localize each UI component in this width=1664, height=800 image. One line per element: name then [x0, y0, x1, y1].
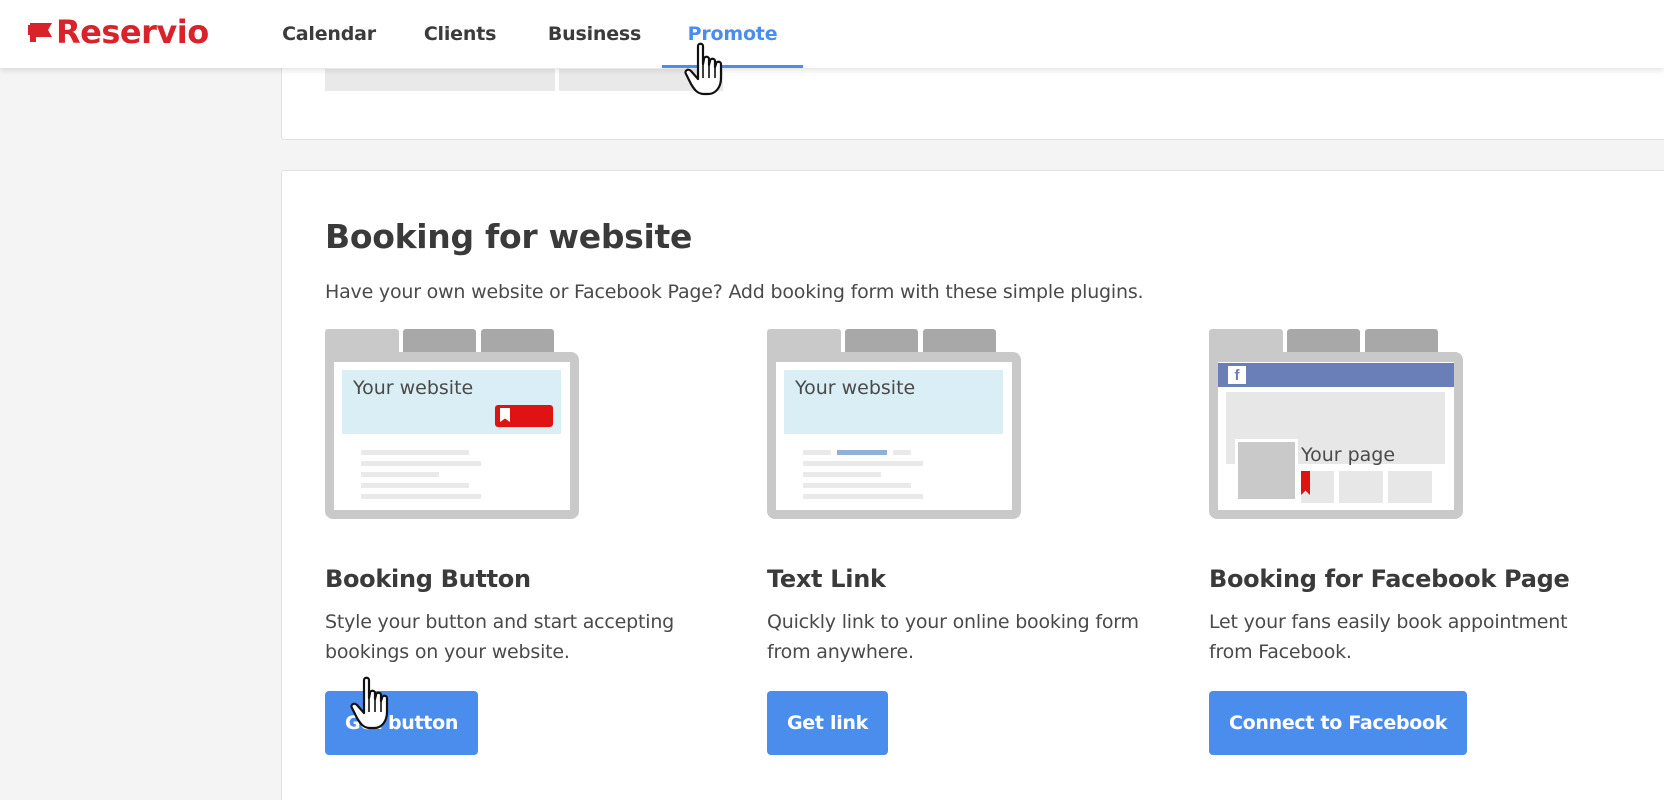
illustration-page-label: Your page — [1301, 444, 1396, 466]
plugin-facebook-page: f Your page Booking for Facebook Page Le… — [1209, 329, 1609, 755]
plugin-description: Style your button and start accepting bo… — [325, 611, 675, 663]
previous-section-tab — [325, 69, 555, 91]
highlighted-link-line — [837, 450, 887, 455]
text-line — [803, 494, 923, 499]
plugin-title: Booking for Facebook Page — [1209, 565, 1570, 593]
facebook-avatar — [1238, 442, 1295, 499]
facebook-icon: f — [1228, 366, 1246, 384]
plugin-title: Text Link — [767, 565, 886, 593]
get-button-button[interactable]: Get button — [325, 691, 479, 755]
nav-tab-business[interactable]: Business — [527, 0, 662, 68]
previous-section-tabs — [325, 69, 723, 91]
connect-to-facebook-button[interactable]: Connect to Facebook — [1209, 691, 1468, 755]
facebook-header-bar — [1218, 363, 1454, 387]
text-line — [803, 461, 923, 466]
booking-for-website-card: Booking for website Have your own websit… — [281, 170, 1664, 800]
nav-tab-clients[interactable]: Clients — [393, 0, 527, 68]
text-line — [803, 483, 911, 488]
text-line — [893, 450, 911, 455]
text-line — [361, 483, 469, 488]
facebook-page-tile — [1339, 471, 1383, 503]
booking-button-preview — [495, 405, 553, 427]
reservio-flag-icon — [28, 23, 52, 42]
logo-text: Reservio — [56, 13, 209, 51]
bookmark-flag-icon — [500, 408, 510, 422]
text-line — [361, 461, 481, 466]
text-line — [803, 450, 831, 455]
facebook-page-illustration: f Your page — [1209, 329, 1463, 519]
booking-button-illustration: Your website — [325, 329, 579, 519]
illustration-website-label: Your website — [795, 377, 916, 399]
top-navigation-bar: Reservio Calendar Clients Business Promo… — [0, 0, 1664, 68]
hand-cursor-icon — [350, 676, 389, 730]
plugin-text-link: Your website Text Link Quickly link to y… — [767, 329, 1167, 755]
section-description: Have your own website or Facebook Page? … — [325, 281, 1144, 303]
hand-cursor-icon — [684, 42, 723, 96]
text-link-illustration: Your website — [767, 329, 1021, 519]
text-line — [361, 472, 439, 477]
facebook-page-tile — [1388, 471, 1432, 503]
text-line — [361, 494, 481, 499]
plugin-description: Quickly link to your online booking form… — [767, 611, 1139, 663]
nav-tab-calendar[interactable]: Calendar — [265, 0, 393, 68]
text-line — [803, 472, 881, 477]
plugin-description: Let your fans easily book appointment fr… — [1209, 611, 1568, 663]
reservio-logo[interactable]: Reservio — [28, 13, 209, 51]
plugin-title: Booking Button — [325, 565, 531, 593]
get-link-button[interactable]: Get link — [767, 691, 888, 755]
section-title: Booking for website — [325, 217, 693, 256]
illustration-website-label: Your website — [353, 377, 474, 399]
text-line — [361, 450, 469, 455]
